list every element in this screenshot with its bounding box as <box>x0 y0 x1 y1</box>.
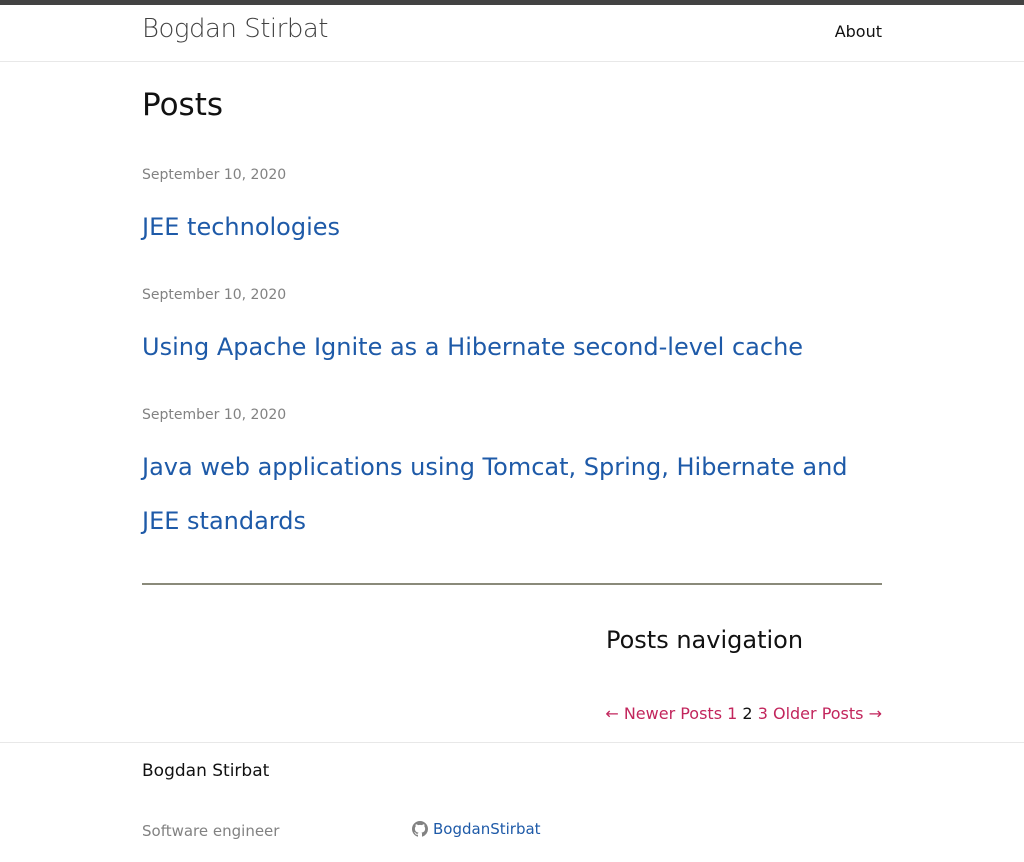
section-divider <box>142 583 882 585</box>
current-page: 2 <box>742 704 753 723</box>
post-title-link[interactable]: JEE technologies <box>142 200 882 254</box>
newer-posts-link[interactable]: ← Newer Posts <box>605 704 722 723</box>
site-title-link[interactable]: Bogdan Stirbat <box>142 14 328 44</box>
post-list-item: September 10, 2020 JEE technologies <box>142 167 882 254</box>
page-link-3[interactable]: 3 <box>758 704 768 723</box>
pagination: ← Newer Posts 1 2 3 Older Posts → <box>605 704 882 723</box>
post-date: September 10, 2020 <box>142 287 287 303</box>
post-list-item: September 10, 2020 Using Apache Ignite a… <box>142 287 882 374</box>
post-date: September 10, 2020 <box>142 167 287 183</box>
site-header: Bogdan Stirbat About <box>0 5 1024 62</box>
github-icon <box>412 821 428 837</box>
footer-description: Software engineer <box>142 822 280 840</box>
page-link-1[interactable]: 1 <box>727 704 737 723</box>
older-posts-link[interactable]: Older Posts → <box>773 704 882 723</box>
footer-site-name: Bogdan Stirbat <box>142 761 270 781</box>
site-footer: Bogdan Stirbat Software engineer BogdanS… <box>0 742 1024 862</box>
github-username: BogdanStirbat <box>433 820 541 838</box>
post-title-link[interactable]: Java web applications using Tomcat, Spri… <box>142 440 882 548</box>
post-list-item: September 10, 2020 Java web applications… <box>142 407 882 548</box>
pagination-heading: Posts navigation <box>606 626 804 654</box>
page-title: Posts <box>142 87 224 123</box>
post-date: September 10, 2020 <box>142 407 287 423</box>
nav-link-about[interactable]: About <box>835 22 882 41</box>
post-title-link[interactable]: Using Apache Ignite as a Hibernate secon… <box>142 320 882 374</box>
github-link[interactable]: BogdanStirbat <box>412 820 541 838</box>
